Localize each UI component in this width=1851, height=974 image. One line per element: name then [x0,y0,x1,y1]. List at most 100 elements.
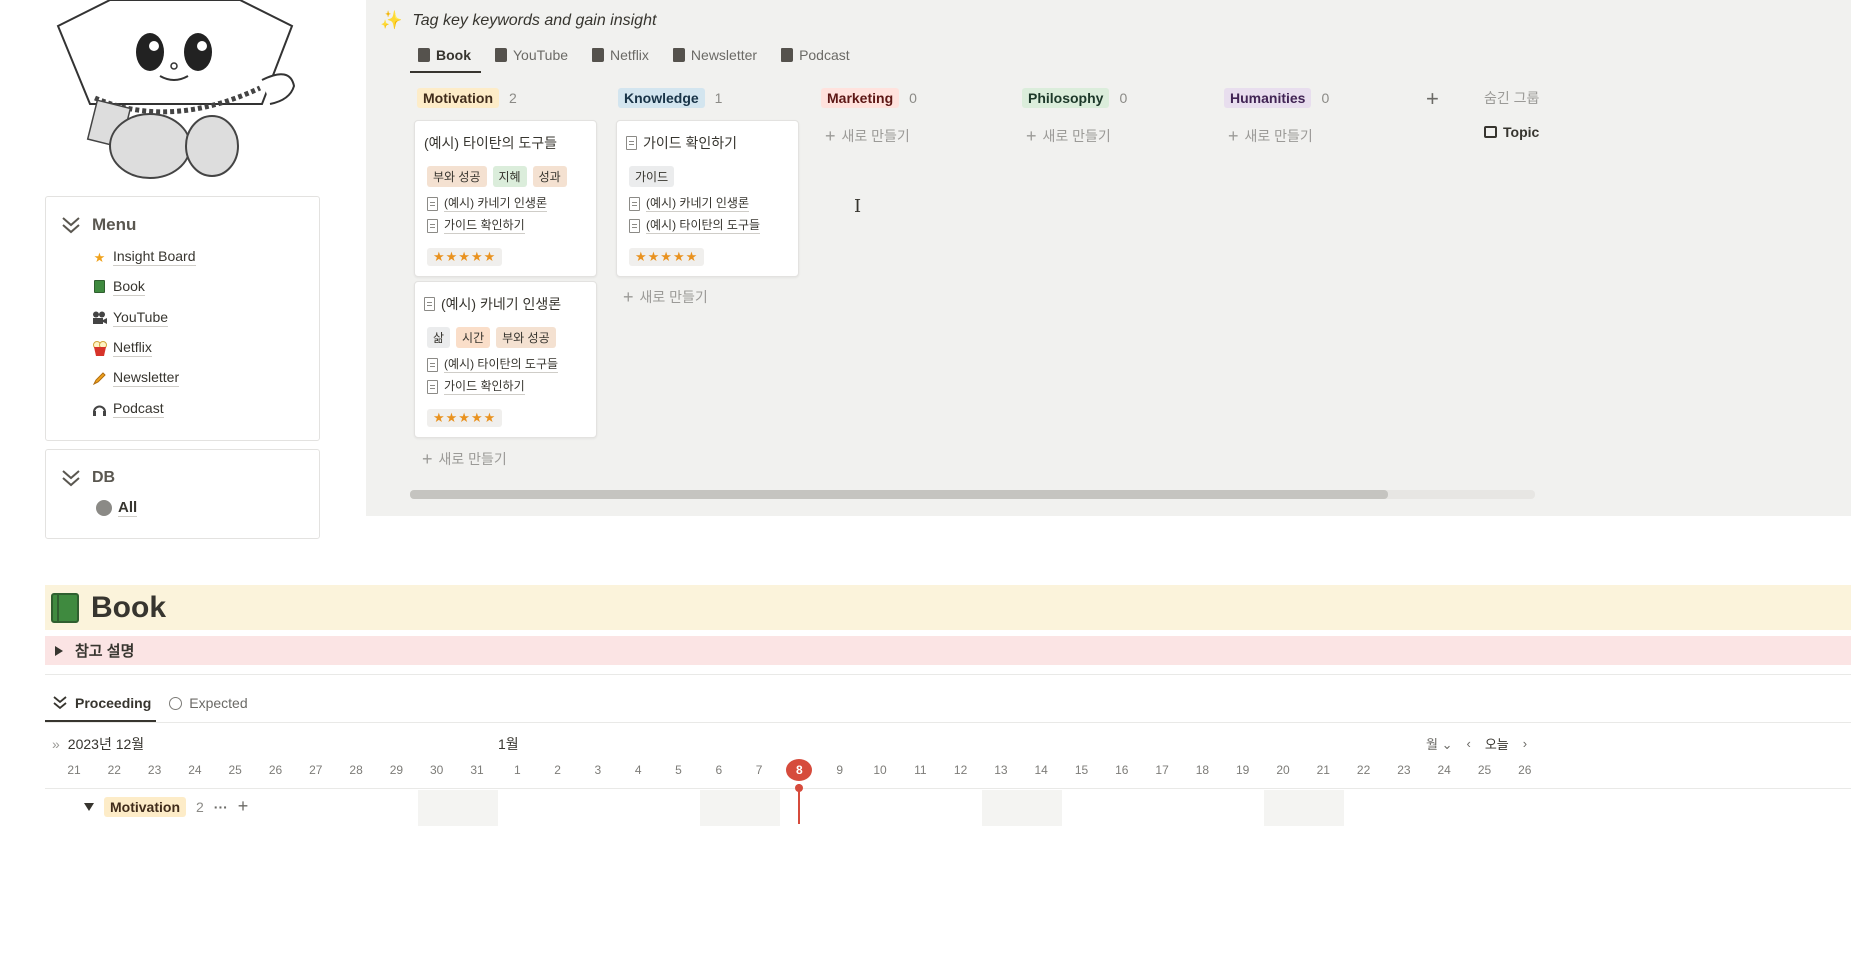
column-header-philosophy[interactable]: Philosophy 0 [1022,88,1127,108]
chevron-right-icon[interactable]: › [1523,736,1527,751]
relation-link[interactable]: 가이드 확인하기 [427,218,525,234]
topic-label: Topic [1503,124,1540,140]
double-chevron-down-icon [62,470,80,487]
card-tags: 부와 성공 지혜 성과 [427,166,567,187]
column-count: 0 [1321,90,1330,106]
text-cursor-icon: I [854,196,862,217]
tab-podcast[interactable]: Podcast [781,44,850,66]
column-count: 2 [509,90,517,106]
tag: 가이드 [629,166,675,187]
timeline-day-label: 21 [67,763,81,777]
menu-header[interactable]: Menu [60,215,136,235]
relation-link[interactable]: (예시) 카네기 인생론 [427,196,547,212]
new-card-button-marketing[interactable]: + 새로 만들기 [825,126,910,146]
db-all-link[interactable]: All [96,499,138,517]
tab-label: YouTube [513,47,569,63]
double-chevron-right-icon[interactable]: » [52,736,60,752]
relation-link[interactable]: (예시) 타이탄의 도구들 [427,357,559,373]
horizontal-scrollbar-thumb[interactable] [410,490,1388,499]
menu-item-label: Book [113,278,145,296]
tab-netflix[interactable]: Netflix [592,44,649,66]
new-label: 새로 만들기 [639,289,708,305]
triangle-down-icon [84,802,94,811]
board-title-row: ✨ Tag key keywords and gain insight [380,10,656,31]
tab-proceeding[interactable]: Proceeding [52,693,151,713]
chevron-down-icon: ⌄ [1441,737,1453,752]
card-title: (예시) 타이탄의 도구들 [424,133,557,153]
relation-label: (예시) 카네기 인생론 [444,196,547,212]
tag: 삶 [427,327,451,348]
new-card-button-philosophy[interactable]: + 새로 만들기 [1026,126,1111,146]
weekend-shade [700,790,780,826]
column-header-motivation[interactable]: Motivation 2 [417,88,517,108]
relation-label: 가이드 확인하기 [444,218,525,234]
timeline-day-label: 8 [786,759,813,781]
add-group-button[interactable]: + [1426,86,1439,112]
tab-youtube[interactable]: YouTube [495,44,568,66]
rating-stars: ★★★★★ [629,248,705,266]
timeline-month-center: 1월 [498,736,519,752]
new-label: 새로 만들기 [841,128,910,144]
note-toggle[interactable]: 참고 설명 [45,636,1851,665]
timeline-day-label: 9 [836,763,844,777]
chevron-left-icon[interactable]: ‹ [1467,736,1471,751]
month-label: 2023년 12월 [67,736,145,752]
weekend-shade [418,790,498,826]
column-count: 0 [909,90,917,106]
column-tag: Marketing [821,88,900,108]
card-titan-tools[interactable]: (예시) 타이탄의 도구들 부와 성공 지혜 성과 (예시) 카네기 인생론 가… [414,120,597,277]
column-header-marketing[interactable]: Marketing 0 [821,88,917,108]
menu-item-podcast[interactable]: Podcast [92,400,164,418]
timeline-day-label: 31 [470,763,484,777]
new-card-button-motivation[interactable]: + 새로 만들기 [422,449,507,469]
column-header-knowledge[interactable]: Knowledge 1 [618,88,722,108]
card-title-text: (예시) 타이탄의 도구들 [424,135,558,151]
book-icon [495,48,507,62]
timeline-day-label: 3 [594,763,602,777]
menu-item-youtube[interactable]: YouTube [92,309,169,327]
menu-item-book[interactable]: Book [92,278,145,296]
menu-item-netflix[interactable]: Netflix [92,339,152,357]
menu-item-insight-board[interactable]: ★ Insight Board [92,248,196,266]
headphones-icon [92,402,107,417]
tab-book[interactable]: Book [418,44,471,66]
relation-link[interactable]: 가이드 확인하기 [427,379,525,395]
timeline-day-label: 10 [873,763,887,777]
document-icon [427,380,438,394]
circle-icon [169,696,183,710]
timeline-day-label: 21 [1316,763,1330,777]
tab-newsletter[interactable]: Newsletter [672,44,757,66]
tab-label: Proceeding [75,695,152,711]
db-header[interactable]: DB [60,468,115,488]
card-guide[interactable]: 가이드 확인하기 가이드 (예시) 카네기 인생론 (예시) 타이탄의 도구들 … [616,120,799,277]
timeline-group-motivation[interactable]: Motivation 2 ··· + [84,796,248,817]
timeline-day-label: 19 [1236,763,1250,777]
timeline-day-label: 2 [554,763,561,777]
document-icon [424,297,435,311]
more-options-icon[interactable]: ··· [214,799,228,815]
period-select[interactable]: 월 ⌄ [1426,734,1453,753]
card-title: 가이드 확인하기 [626,133,737,153]
board-title: Tag key keywords and gain insight [412,11,657,29]
tab-expected[interactable]: Expected [169,693,248,713]
column-header-humanities[interactable]: Humanities 0 [1224,88,1329,108]
document-icon [427,197,438,211]
card-carnegie[interactable]: (예시) 카네기 인생론 삶 시간 부와 성공 (예시) 타이탄의 도구들 가이… [414,281,597,438]
plus-icon: + [422,449,433,469]
today-button[interactable]: 오늘 [1485,734,1509,753]
relation-link[interactable]: (예시) 타이탄의 도구들 [629,218,761,234]
timeline-day-label: 14 [1034,763,1048,777]
menu-item-newsletter[interactable]: Newsletter [92,369,180,387]
divider [45,722,1851,723]
menu-item-label: YouTube [113,309,169,327]
relation-link[interactable]: (예시) 카네기 인생론 [629,196,749,212]
book-section-title: Book [91,590,166,624]
topic-property[interactable]: Topic [1484,124,1539,140]
new-card-button-knowledge[interactable]: + 새로 만들기 [623,287,708,307]
tab-label: Book [436,47,471,63]
new-card-button-humanities[interactable]: + 새로 만들기 [1228,126,1313,146]
divider [45,674,1851,675]
tag: 성과 [532,166,567,187]
add-item-button[interactable]: + [238,796,249,817]
timeline-day-label: 22 [107,763,121,777]
